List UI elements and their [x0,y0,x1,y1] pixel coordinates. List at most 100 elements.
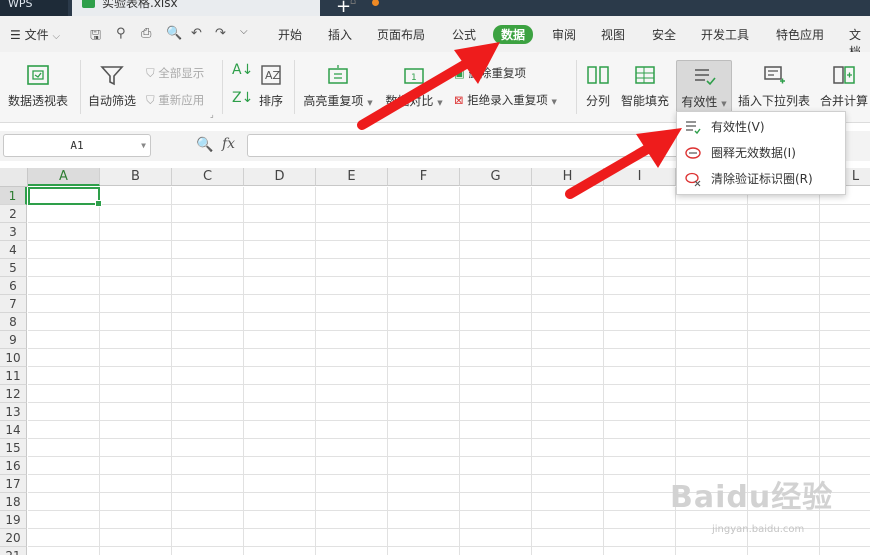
row-header-12[interactable]: 12 [0,385,27,403]
new-tab-button[interactable]: + [336,0,351,16]
tab-developer[interactable]: 开发工具 [701,26,749,43]
pivot-table-button[interactable]: 数据透视表 [6,64,70,109]
insert-dropdown-list-button[interactable]: 插入下拉列表 [736,64,812,109]
delete-duplicates-button[interactable]: ▣ 删除重复项 [454,65,526,81]
highlight-duplicates-button[interactable]: 高亮重复项 ▼ [302,64,374,109]
merge-calc-icon [833,66,855,84]
tab-home[interactable]: 开始 [278,26,302,43]
fx-icon[interactable]: fx [222,136,235,152]
sort-label: 排序 [258,94,283,108]
row-header-1[interactable]: 1 [0,187,27,205]
row-header-17[interactable]: 17 [0,475,27,493]
tab-page-layout[interactable]: 页面布局 [377,26,425,43]
menu-item-clear-circles[interactable]: 清除验证标识圈(R) [677,166,845,192]
column-header-e[interactable]: E [316,168,388,186]
watermark: Baidu经验 jingyan.baidu.com [650,460,860,550]
row-header-9[interactable]: 9 [0,331,27,349]
file-tab[interactable]: 实验表格.xlsx ⌂ [72,0,379,16]
menu-bar: ☰ 文件 ⌵ 🖫 ⚲ ⎙ 🔍 ↶ ↷ ⌵ 开始 插入 页面布局 公式 数据 审阅… [0,16,870,59]
name-box[interactable]: A1 ▼ [3,134,151,157]
row-header-13[interactable]: 13 [0,403,27,421]
row-header-6[interactable]: 6 [0,277,27,295]
row-header-5[interactable]: 5 [0,259,27,277]
fill-handle[interactable] [95,200,102,207]
menu-item-label: 有效性(V) [711,120,765,134]
split-column-button[interactable]: 分列 [582,64,614,109]
data-compare-button[interactable]: 1 数据对比 ▼ [384,64,444,109]
tab-special[interactable]: 特色应用 [776,26,824,43]
print-preview-icon[interactable]: 🔍 [166,26,182,41]
row-header-21[interactable]: 21 [0,547,27,555]
tab-view[interactable]: 视图 [601,26,625,43]
row-header-4[interactable]: 4 [0,241,27,259]
row-header-18[interactable]: 18 [0,493,27,511]
save-icon[interactable]: 🖫 [90,26,101,48]
watermark-logo-text: Baidu经验 [670,480,834,515]
row-header-10[interactable]: 10 [0,349,27,367]
row-header-16[interactable]: 16 [0,457,27,475]
column-header-h[interactable]: H [532,168,604,186]
column-header-i[interactable]: I [604,168,676,186]
redo-icon[interactable]: ↷ [215,26,226,41]
tab-review[interactable]: 审阅 [552,26,576,43]
format-painter-icon[interactable]: ⚲ [116,26,126,41]
menu-item-circle-invalid[interactable]: 圈释无效数据(I) [677,140,845,166]
select-all-corner[interactable] [0,168,28,187]
sort-ascending-icon[interactable]: A↓ [232,62,253,78]
highlight-duplicates-label: 高亮重复项 [303,94,364,108]
row-header-15[interactable]: 15 [0,439,27,457]
tab-insert[interactable]: 插入 [328,26,352,43]
undo-icon[interactable]: ↶ [191,26,202,41]
app-tab[interactable]: WPS [0,0,68,16]
print-icon[interactable]: ⎙ [141,26,151,41]
column-header-d[interactable]: D [244,168,316,186]
dropdown-list-icon [764,66,785,84]
name-box-value: A1 [70,139,84,152]
validity-button[interactable]: 有效性 ▼ [676,60,732,118]
show-all-button[interactable]: ⛉ 全部显示 [146,65,204,81]
smart-fill-icon [635,66,655,84]
row-header-19[interactable]: 19 [0,511,27,529]
column-header-c[interactable]: C [172,168,244,186]
column-header-f[interactable]: F [388,168,460,186]
row-header-14[interactable]: 14 [0,421,27,439]
merge-calc-button[interactable]: 合并计算 [818,64,870,109]
show-all-label: 全部显示 [158,66,205,80]
tab-security[interactable]: 安全 [652,26,676,43]
insert-dropdown-list-label: 插入下拉列表 [737,94,810,108]
pivot-table-icon [27,65,49,85]
unsaved-dot-icon [372,0,379,6]
app-tab-label: WPS [8,0,33,10]
column-header-g[interactable]: G [460,168,532,186]
row-header-11[interactable]: 11 [0,367,27,385]
active-cell-a1[interactable] [28,187,102,207]
menu-item-validity[interactable]: 有效性(V) [677,114,845,140]
window-titlebar: WPS 实验表格.xlsx ⌂ + [0,0,870,16]
clear-circles-icon [685,172,701,187]
row-header-20[interactable]: 20 [0,529,27,547]
autofilter-button[interactable]: 自动筛选 [86,64,138,109]
hamburger-icon: ☰ [10,28,21,42]
file-menu-button[interactable]: ☰ 文件 ⌵ [10,26,60,43]
formula-input[interactable] [247,134,689,157]
sort-icon: AZ [261,65,281,85]
row-header-3[interactable]: 3 [0,223,27,241]
reject-duplicates-button[interactable]: ⊠ 拒绝录入重复项 ▼ [454,92,557,108]
zoom-search-icon[interactable]: 🔍 [196,137,213,153]
chevron-down-icon: ▼ [141,141,146,150]
sort-descending-icon[interactable]: Z↓ [232,90,253,106]
column-header-b[interactable]: B [100,168,172,186]
row-header-7[interactable]: 7 [0,295,27,313]
smart-fill-button[interactable]: 智能填充 [620,64,670,109]
tab-data[interactable]: 数据 [493,25,534,44]
tab-formula[interactable]: 公式 [452,26,476,43]
sort-button[interactable]: AZ 排序 [256,64,286,109]
row-header-2[interactable]: 2 [0,205,27,223]
dialog-launcher-icon[interactable]: ⌟ [210,110,214,119]
row-header-8[interactable]: 8 [0,313,27,331]
chevron-down-icon[interactable]: ⌵ [240,26,248,37]
column-header-a[interactable]: A [28,168,100,186]
svg-text:1: 1 [411,73,417,83]
circle-invalid-icon [685,147,701,159]
reapply-button[interactable]: ⛉ 重新应用 [146,92,204,108]
